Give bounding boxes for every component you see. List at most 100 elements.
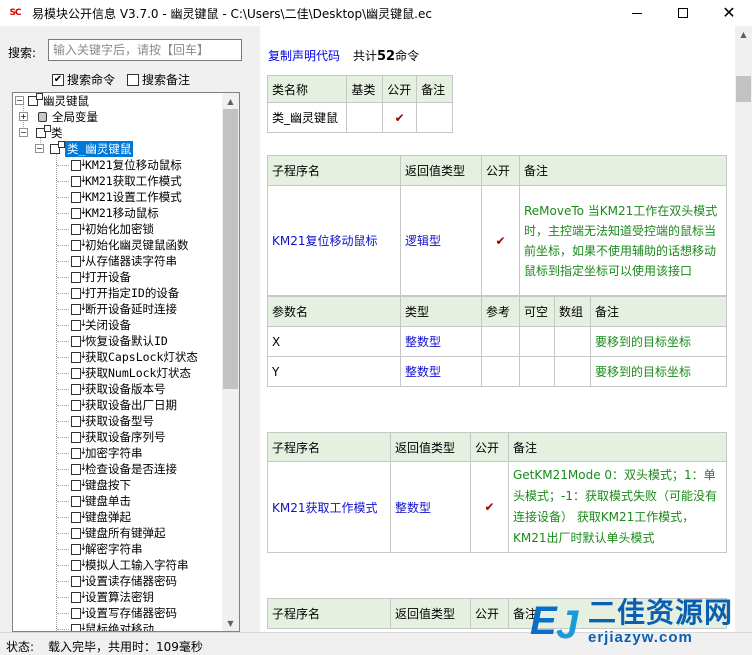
method-icon [71,431,87,443]
method-label: 获取设备出厂日期 [85,398,177,412]
collapse-icon[interactable]: − [19,128,28,137]
minimize-button[interactable] [614,0,660,26]
tree-node-method[interactable]: 鼠标绝对移动 [71,621,154,631]
search-input[interactable] [48,39,242,61]
tree-node-method[interactable]: 检查设备是否连接 [71,461,177,477]
tree-node-method[interactable]: 获取设备出厂日期 [71,397,177,413]
tree-guide-line [57,501,69,502]
tree-node-method[interactable]: 设置读存储器密码 [71,573,177,589]
database-icon [38,112,47,122]
tree-node-method[interactable]: 模拟人工输入字符串 [71,557,189,573]
sub-header-name: 子程序名 [267,155,401,186]
tree-guide-line [57,421,69,422]
sub-header-name: 子程序名 [267,598,391,629]
tree-node-method[interactable]: 初始化加密锁 [71,221,154,237]
method-label: 关闭设备 [85,318,131,332]
class-icon [50,141,65,154]
expand-icon[interactable]: + [19,112,28,121]
minimize-icon [632,12,642,14]
method-icon [71,367,87,379]
detail-scrollbar[interactable]: ▲ [735,26,752,632]
tree-guide-line [57,229,69,230]
tree-node-method[interactable]: KM21复位移动鼠标 [71,157,182,173]
tree-guide-line [57,261,69,262]
tree-node-method[interactable]: 从存储器读字符串 [71,253,177,269]
tree-scroll-thumb[interactable] [223,109,238,389]
scroll-up-icon[interactable]: ▲ [222,93,239,109]
left-pane: 搜索: ✔ 搜索命令 搜索备注 − 幽灵键鼠 + 全局变量 − 类 [0,26,256,632]
method-label: KM21获取工作模式 [85,174,182,188]
tree-node-method[interactable]: 获取设备版本号 [71,381,166,397]
tree-node-method[interactable]: KM21移动鼠标 [71,205,159,221]
tree-node-method[interactable]: 恢复设备默认ID [71,333,168,349]
watermark-text: 二佳资源网 [588,596,734,629]
method-icon [71,351,87,363]
search-notes-checkbox[interactable] [127,73,139,86]
sub-return-type-link[interactable]: 逻辑型 [400,185,482,296]
maximize-button[interactable] [660,0,706,26]
tree-node-method[interactable]: 键盘按下 [71,477,131,493]
tree-scrollbar[interactable]: ▲ ▼ [222,93,239,631]
tree-node-root[interactable]: − 幽灵键鼠 [15,93,89,109]
sub-return-type-link[interactable]: 整数型 [390,461,471,553]
tree-node-method[interactable]: 获取CapsLock灯状态 [71,349,198,365]
method-label: 获取设备版本号 [85,382,166,396]
tree-guide-line [57,581,69,582]
param-type-link[interactable]: 整数型 [400,326,482,357]
tree-node-method[interactable]: 获取NumLock灯状态 [71,365,191,381]
window-title: 易模块公开信息 V3.7.0 - 幽灵键鼠 - C:\Users\二佳\Desk… [32,7,432,21]
method-label: 键盘单击 [85,494,131,508]
tree-node-method[interactable]: 键盘弹起 [71,509,131,525]
method-label: 打开指定ID的设备 [85,286,180,300]
tree-node-method[interactable]: 设置算法密钥 [71,589,154,605]
search-commands-checkbox[interactable]: ✔ [52,73,64,86]
tree-guide-line [57,453,69,454]
tree-node-method[interactable]: 打开设备 [71,269,131,285]
method-label: 获取设备型号 [85,414,154,428]
method-icon [71,271,87,283]
copy-declaration-link[interactable]: 复制声明代码 [268,47,340,64]
tree-guide-line [56,149,57,631]
close-button[interactable]: ✕ [706,0,752,26]
tree-guide-line [57,293,69,294]
scroll-down-icon[interactable]: ▼ [222,615,239,631]
tree-node-method[interactable]: 设置写存储器密码 [71,605,177,621]
class-header-public: 公开 [382,75,418,103]
sub-name-link[interactable]: KM21复位移动鼠标 [267,185,401,296]
tree-node-method[interactable]: 键盘单击 [71,493,131,509]
param-note: 要移到的目标坐标 [590,356,727,387]
param-header-nullable: 可空 [519,296,555,327]
class-folder-icon [36,125,51,138]
param-type-link[interactable]: 整数型 [400,356,482,387]
module-tree[interactable]: − 幽灵键鼠 + 全局变量 − 类 − 类_幽灵键鼠 KM21复位移动鼠标 KM2… [12,92,240,632]
tree-guide-line [57,629,69,630]
method-icon [71,239,87,251]
tree-node-method[interactable]: 关闭设备 [71,317,131,333]
scroll-up-icon[interactable]: ▲ [735,26,752,42]
sub-header-return: 返回值类型 [390,598,471,629]
collapse-icon[interactable]: − [35,144,44,153]
tree-node-global-vars[interactable]: + 全局变量 [15,109,98,125]
method-icon [71,543,87,555]
collapse-icon[interactable]: − [15,96,24,105]
sub-public-check-icon: ✔ [470,461,509,553]
tree-node-method[interactable]: KM21获取工作模式 [71,173,182,189]
tree-node-method[interactable]: 初始化幽灵键鼠函数 [71,237,189,253]
method-icon [71,575,87,587]
method-icon [71,495,87,507]
tree-node-method[interactable]: 加密字符串 [71,445,143,461]
search-notes-option[interactable]: 搜索备注 [127,71,190,88]
tree-node-method[interactable]: 打开指定ID的设备 [71,285,179,301]
search-commands-option[interactable]: ✔ 搜索命令 [52,71,115,88]
tree-node-method[interactable]: 获取设备序列号 [71,429,166,445]
tree-node-method[interactable]: 断开设备延时连接 [71,301,177,317]
tree-node-method[interactable]: 键盘所有键弹起 [71,525,166,541]
sub-name-link[interactable]: KM21获取工作模式 [267,461,391,553]
tree-node-method[interactable]: 获取设备型号 [71,413,154,429]
tree-node-class[interactable]: − 类_幽灵键鼠 [35,141,134,157]
detail-scroll-thumb[interactable] [736,76,751,102]
tree-node-classes[interactable]: − 类 [15,125,63,141]
method-icon [71,175,87,187]
tree-node-method[interactable]: 解密字符串 [71,541,143,557]
tree-node-method[interactable]: KM21设置工作模式 [71,189,182,205]
